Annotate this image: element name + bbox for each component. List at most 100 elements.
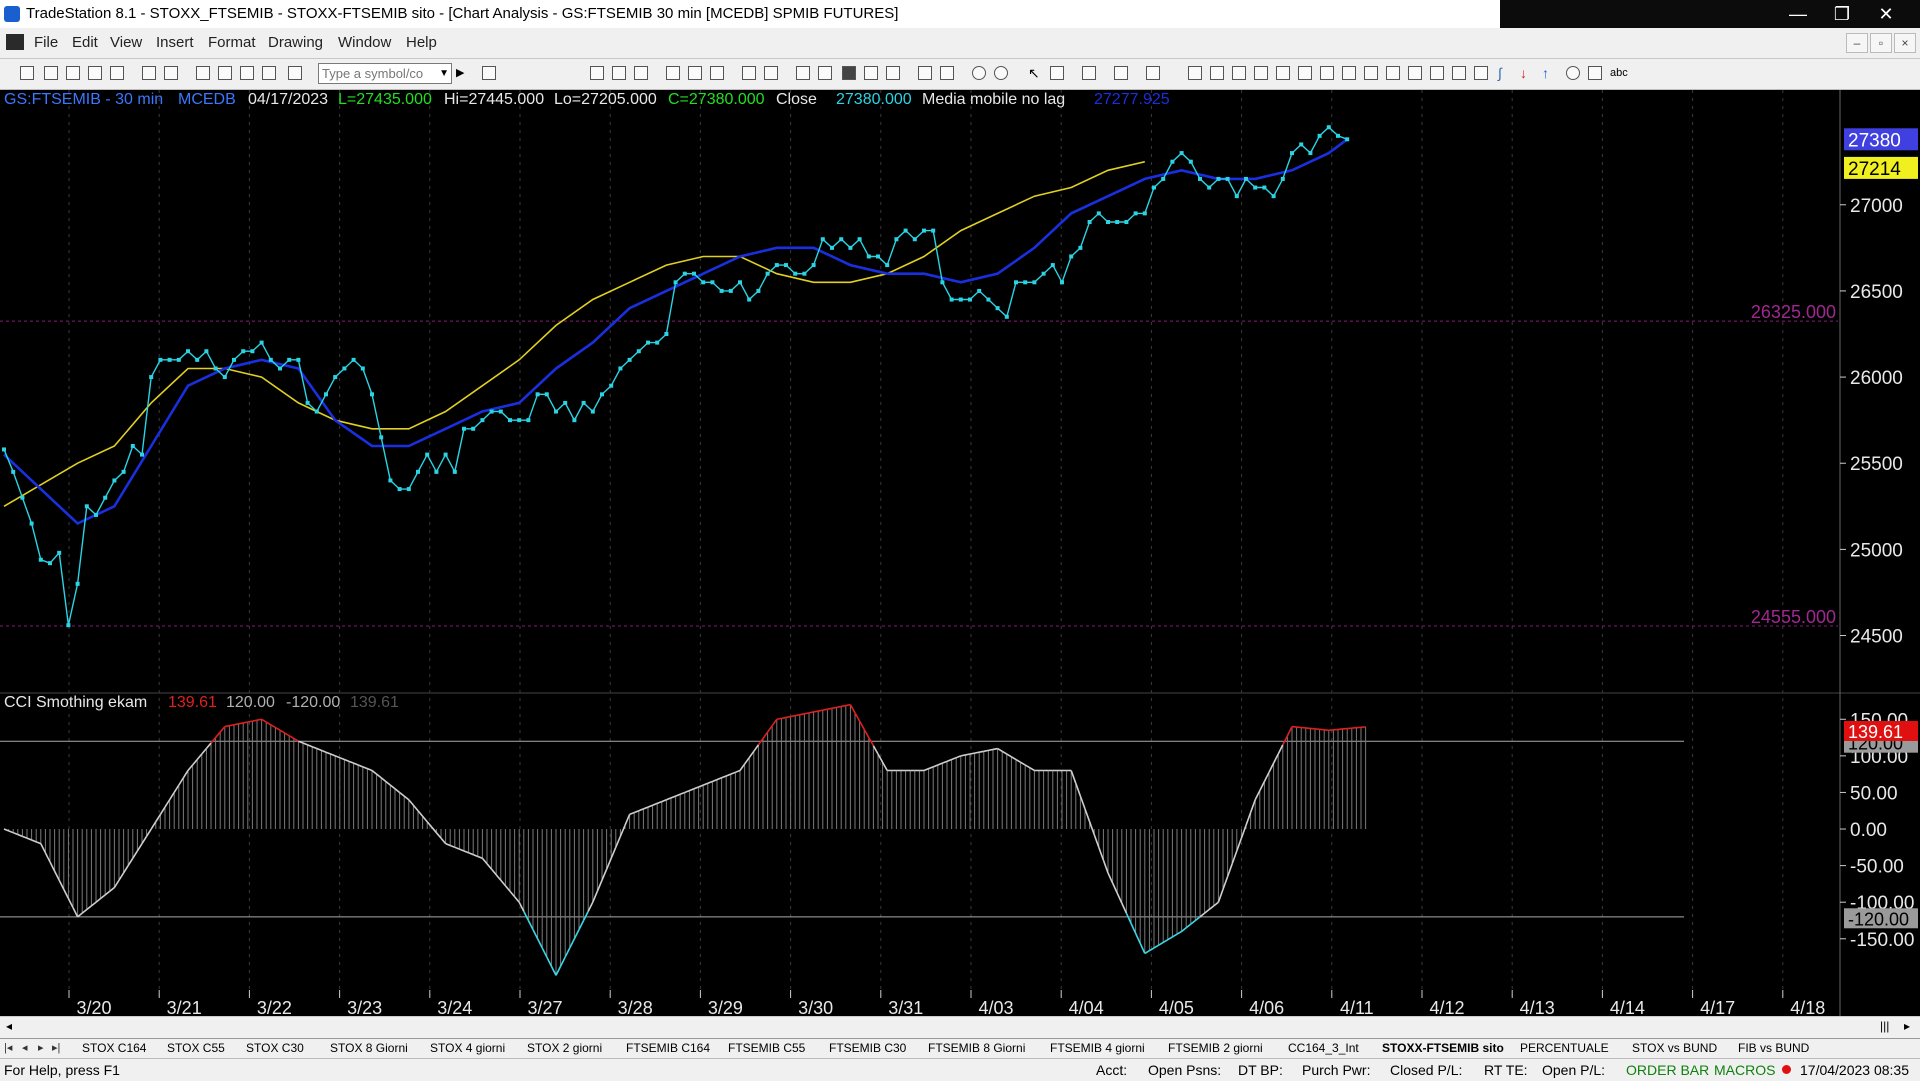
regression-icon[interactable] <box>1342 66 1356 80</box>
mdi-close-button[interactable]: × <box>1894 33 1916 53</box>
fib-icon[interactable] <box>1254 66 1268 80</box>
tab-stox-8-giorni[interactable]: STOX 8 Giorni <box>330 1041 408 1057</box>
text-tool-icon[interactable]: abc <box>1610 66 1634 80</box>
tab-stox-c55[interactable]: STOX C55 <box>167 1041 225 1057</box>
channel-icon[interactable] <box>1386 66 1400 80</box>
tab-stox-c30[interactable]: STOX C30 <box>246 1041 304 1057</box>
window-cascade-icon[interactable] <box>218 66 232 80</box>
tab-stoxx-ftsemib-sito[interactable]: STOXX-FTSEMIB sito <box>1382 1041 1504 1057</box>
mdi-restore-button[interactable]: ▫ <box>1870 33 1892 53</box>
gann-fan-icon[interactable] <box>1298 66 1312 80</box>
new-icon[interactable] <box>20 66 34 80</box>
close-button[interactable]: ✕ <box>1864 0 1908 28</box>
tab-ftsemib-c55[interactable]: FTSEMIB C55 <box>728 1041 805 1057</box>
arrow-up-icon[interactable]: ↑ <box>1542 66 1556 80</box>
tab-cc164-3-int[interactable]: CC164_3_Int <box>1288 1041 1359 1057</box>
indicator-icon[interactable] <box>666 66 680 80</box>
trendline-icon[interactable] <box>1188 66 1202 80</box>
symbol-lookup-icon[interactable] <box>482 66 496 80</box>
news-icon[interactable] <box>818 66 832 80</box>
menu-drawing[interactable]: Drawing <box>268 34 323 51</box>
menu-help[interactable]: Help <box>406 34 437 51</box>
tab-ftsemib-4-giorni[interactable]: FTSEMIB 4 giorni <box>1050 1041 1145 1057</box>
format-data-icon[interactable] <box>612 66 626 80</box>
alert-icon[interactable] <box>1146 66 1160 80</box>
tab-percentuale[interactable]: PERCENTUALE <box>1520 1041 1609 1057</box>
format-table-icon[interactable] <box>634 66 648 80</box>
minimize-button[interactable]: — <box>1776 0 1820 28</box>
horizontal-line-icon[interactable] <box>1232 66 1246 80</box>
analysis-icon[interactable] <box>262 66 276 80</box>
tab-ftsemib-c30[interactable]: FTSEMIB C30 <box>829 1041 906 1057</box>
tab-stox-vs-bund[interactable]: STOX vs BUND <box>1632 1041 1717 1057</box>
tab-fib-vs-bund[interactable]: FIB vs BUND <box>1738 1041 1809 1057</box>
chart-area[interactable]: 26325.00024555.000 3/203/213/223/233/243… <box>0 90 1920 1026</box>
lock-icon[interactable] <box>240 66 254 80</box>
tab-ftsemib-8-giorni[interactable]: FTSEMIB 8 Giorni <box>928 1041 1025 1057</box>
symbol-input[interactable]: Type a symbol/co ▼ <box>318 63 452 84</box>
chart-style-icon[interactable] <box>764 66 778 80</box>
tab-stox-c164[interactable]: STOX C164 <box>82 1041 146 1057</box>
play-arrow-icon[interactable]: ▶ <box>456 66 470 80</box>
cycle-lines-icon[interactable] <box>1430 66 1444 80</box>
tab-nav-next-icon[interactable]: ▸ <box>38 1041 44 1054</box>
tools-icon[interactable] <box>1082 66 1096 80</box>
mdi-minimize-button[interactable]: – <box>1846 33 1868 53</box>
globe-icon[interactable] <box>288 66 302 80</box>
menu-edit[interactable]: Edit <box>72 34 98 51</box>
scroll-left-arrow-icon[interactable]: ◂ <box>6 1019 12 1033</box>
chart-type-icon[interactable] <box>742 66 756 80</box>
tab-nav-first-icon[interactable]: |◂ <box>4 1041 12 1054</box>
analysis-tech-icon[interactable] <box>710 66 724 80</box>
status-macros[interactable]: MACROS <box>1714 1062 1775 1078</box>
menu-insert[interactable]: Insert <box>156 34 194 51</box>
save-icon[interactable] <box>110 66 124 80</box>
arrow-down-icon[interactable]: ↓ <box>1520 66 1534 80</box>
cursor-icon[interactable] <box>1050 66 1064 80</box>
status-order-bar[interactable]: ORDER BAR <box>1626 1062 1709 1078</box>
tab-nav-last-icon[interactable]: ▸| <box>52 1041 60 1054</box>
open-icon[interactable] <box>44 66 58 80</box>
speed-lines-icon[interactable] <box>1276 66 1290 80</box>
window-tile-icon[interactable] <box>196 66 210 80</box>
menu-view[interactable]: View <box>110 34 142 51</box>
fib-extension-icon[interactable] <box>1408 66 1422 80</box>
chart-scrollbar[interactable]: ◂ ||| ▸ <box>0 1016 1920 1039</box>
print-preview-icon[interactable] <box>164 66 178 80</box>
format-window-icon[interactable] <box>590 66 604 80</box>
pencil-icon[interactable] <box>1474 66 1488 80</box>
tab-stox-4-giorni[interactable]: STOX 4 giorni <box>430 1041 505 1057</box>
menu-window[interactable]: Window <box>338 34 391 51</box>
data-window-icon[interactable] <box>1114 66 1128 80</box>
curve-icon[interactable]: ∫ <box>1498 66 1512 80</box>
tab-ftsemib-c164[interactable]: FTSEMIB C164 <box>626 1041 710 1057</box>
zoom-in-icon[interactable] <box>972 66 986 80</box>
rectangle-icon[interactable] <box>1588 66 1602 80</box>
symbol-dropdown-icon[interactable]: ▼ <box>439 64 449 83</box>
scroll-thumb-icon[interactable]: ||| <box>1880 1019 1889 1033</box>
strategy-icon[interactable] <box>688 66 702 80</box>
tab-stox-2-giorni[interactable]: STOX 2 giorni <box>527 1041 602 1057</box>
vertical-line-icon[interactable] <box>1210 66 1224 80</box>
menu-format[interactable]: Format <box>208 34 256 51</box>
new-window-icon[interactable] <box>88 66 102 80</box>
tab-ftsemib-2-giorni[interactable]: FTSEMIB 2 giorni <box>1168 1041 1263 1057</box>
andrews-pitchfork-icon[interactable] <box>1320 66 1334 80</box>
bar-chart-icon[interactable] <box>864 66 878 80</box>
tab-nav-prev-icon[interactable]: ◂ <box>22 1041 28 1054</box>
open-workspace-icon[interactable] <box>66 66 80 80</box>
print-icon[interactable] <box>142 66 156 80</box>
zoom-out-icon[interactable] <box>994 66 1008 80</box>
pointer-icon[interactable]: ↖ <box>1028 66 1042 80</box>
arc-icon[interactable] <box>1452 66 1466 80</box>
ellipse-icon[interactable] <box>1566 66 1580 80</box>
menu-file[interactable]: File <box>34 34 58 51</box>
scroll-right-arrow-icon[interactable]: ▸ <box>1904 1019 1910 1033</box>
scroll-left-icon[interactable] <box>918 66 932 80</box>
arrow-horizontal-icon[interactable] <box>1364 66 1378 80</box>
maximize-button[interactable]: ❐ <box>1820 0 1864 28</box>
radar-icon[interactable] <box>796 66 810 80</box>
chart-icon[interactable] <box>842 66 856 80</box>
scroll-right-icon[interactable] <box>940 66 954 80</box>
matrix-icon[interactable] <box>886 66 900 80</box>
